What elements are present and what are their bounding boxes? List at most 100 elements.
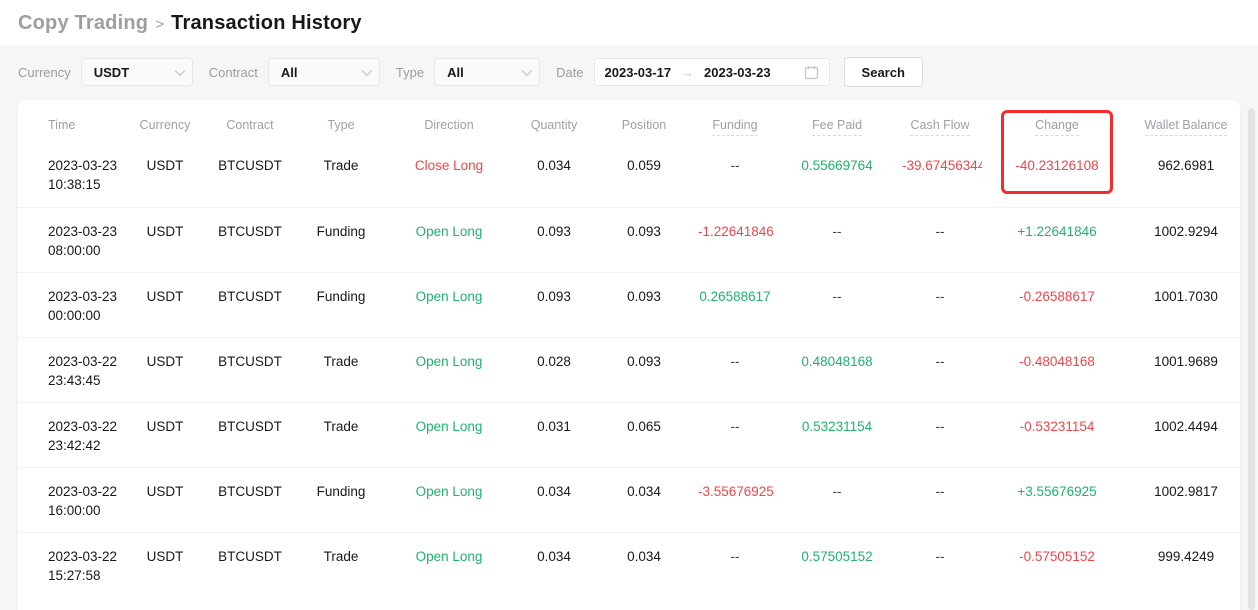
cell-contract: BTCUSDT [202, 142, 298, 207]
transaction-table-card: TimeCurrencyContractTypeDirectionQuantit… [18, 100, 1240, 610]
contract-select[interactable]: All [268, 58, 380, 86]
transaction-table: TimeCurrencyContractTypeDirectionQuantit… [18, 100, 1240, 597]
cell-wallet_balance: 1001.9689 [1132, 337, 1240, 402]
cell-fee_paid: 0.53231154 [776, 402, 898, 467]
breadcrumb-copy-trading[interactable]: Copy Trading [18, 12, 148, 34]
cell-change: +1.22641846 [982, 207, 1132, 272]
type-select-value: All [447, 65, 464, 80]
date-range-picker[interactable]: 2023-03-17 → 2023-03-23 [594, 58, 830, 86]
column-header-type: Type [298, 100, 384, 142]
cell-position: 0.093 [594, 272, 694, 337]
cell-currency: USDT [128, 272, 202, 337]
cell-contract: BTCUSDT [202, 337, 298, 402]
cell-contract: BTCUSDT [202, 207, 298, 272]
page-title: Transaction History [171, 12, 362, 34]
table-row: 2023-03-2300:00:00USDTBTCUSDTFundingOpen… [18, 272, 1240, 337]
cell-wallet_balance: 1001.7030 [1132, 272, 1240, 337]
column-label: Type [327, 118, 354, 132]
time-clock: 16:00:00 [48, 501, 124, 520]
filter-bar: Currency USDT Contract All Type All Date… [18, 57, 923, 87]
cell-contract: BTCUSDT [202, 402, 298, 467]
cell-funding: -3.55676925 [694, 467, 776, 532]
column-label: Cash Flow [910, 118, 969, 136]
cell-cash_flow: -- [898, 532, 982, 597]
time-clock: 00:00:00 [48, 306, 124, 325]
cell-funding: -- [694, 402, 776, 467]
date-range-arrow-icon: → [681, 65, 694, 80]
cell-wallet_balance: 962.6981 [1132, 142, 1240, 207]
column-header-fee_paid: Fee Paid [776, 100, 898, 142]
cell-change: -0.53231154 [982, 402, 1132, 467]
cell-change: -0.57505152 [982, 532, 1132, 597]
cell-type: Funding [298, 207, 384, 272]
cell-quantity: 0.028 [514, 337, 594, 402]
breadcrumb: Copy Trading > Transaction History [18, 12, 362, 35]
chevron-down-icon [522, 66, 532, 76]
cell-contract: BTCUSDT [202, 467, 298, 532]
cell-time: 2023-03-2223:43:45 [18, 337, 128, 402]
cell-change: -40.23126108 [982, 142, 1132, 207]
breadcrumb-separator: > [155, 16, 164, 33]
cell-fee_paid: 0.48048168 [776, 337, 898, 402]
cell-funding: 0.26588617 [694, 272, 776, 337]
cell-funding: -1.22641846 [694, 207, 776, 272]
column-label: Contract [226, 118, 273, 132]
column-header-wallet_balance: Wallet Balance [1132, 100, 1240, 142]
time-clock: 23:42:42 [48, 436, 124, 455]
time-date: 2023-03-22 [48, 482, 124, 501]
cell-type: Funding [298, 272, 384, 337]
cell-currency: USDT [128, 467, 202, 532]
cell-direction: Open Long [384, 207, 514, 272]
chevron-down-icon [175, 66, 185, 76]
cell-contract: BTCUSDT [202, 532, 298, 597]
calendar-icon [804, 65, 819, 80]
cell-currency: USDT [128, 207, 202, 272]
table-header-row: TimeCurrencyContractTypeDirectionQuantit… [18, 100, 1240, 142]
time-date: 2023-03-22 [48, 352, 124, 371]
time-date: 2023-03-22 [48, 547, 124, 566]
table-row: 2023-03-2223:42:42USDTBTCUSDTTradeOpen L… [18, 402, 1240, 467]
cell-time: 2023-03-2308:00:00 [18, 207, 128, 272]
type-select[interactable]: All [434, 58, 540, 86]
column-label: Currency [140, 118, 191, 132]
search-button[interactable]: Search [844, 57, 923, 87]
column-header-time: Time [18, 100, 128, 142]
column-header-change: Change [982, 100, 1132, 142]
table-header: TimeCurrencyContractTypeDirectionQuantit… [18, 100, 1240, 142]
cell-position: 0.065 [594, 402, 694, 467]
table-body: 2023-03-2310:38:15USDTBTCUSDTTradeClose … [18, 142, 1240, 597]
date-label: Date [556, 65, 583, 80]
cell-quantity: 0.034 [514, 532, 594, 597]
time-date: 2023-03-23 [48, 287, 124, 306]
cell-time: 2023-03-2215:27:58 [18, 532, 128, 597]
cell-wallet_balance: 1002.9817 [1132, 467, 1240, 532]
cell-time: 2023-03-2223:42:42 [18, 402, 128, 467]
cell-currency: USDT [128, 142, 202, 207]
cell-type: Trade [298, 142, 384, 207]
column-label: Position [622, 118, 666, 132]
vertical-scrollbar[interactable] [1248, 108, 1255, 610]
cell-type: Trade [298, 402, 384, 467]
column-label: Funding [712, 118, 757, 136]
time-date: 2023-03-23 [48, 156, 124, 175]
cell-fee_paid: -- [776, 467, 898, 532]
cell-quantity: 0.034 [514, 142, 594, 207]
cell-change: +3.55676925 [982, 467, 1132, 532]
table-row: 2023-03-2215:27:58USDTBTCUSDTTradeOpen L… [18, 532, 1240, 597]
cell-type: Funding [298, 467, 384, 532]
table-row: 2023-03-2310:38:15USDTBTCUSDTTradeClose … [18, 142, 1240, 207]
currency-select[interactable]: USDT [81, 58, 193, 86]
time-clock: 23:43:45 [48, 371, 124, 390]
cell-quantity: 0.031 [514, 402, 594, 467]
cell-change: -0.26588617 [982, 272, 1132, 337]
cell-direction: Open Long [384, 402, 514, 467]
cell-time: 2023-03-2300:00:00 [18, 272, 128, 337]
currency-label: Currency [18, 65, 71, 80]
time-clock: 10:38:15 [48, 175, 124, 194]
cell-quantity: 0.093 [514, 272, 594, 337]
cell-funding: -- [694, 142, 776, 207]
cell-direction: Open Long [384, 532, 514, 597]
cell-funding: -- [694, 532, 776, 597]
time-date: 2023-03-22 [48, 417, 124, 436]
contract-select-value: All [281, 65, 298, 80]
